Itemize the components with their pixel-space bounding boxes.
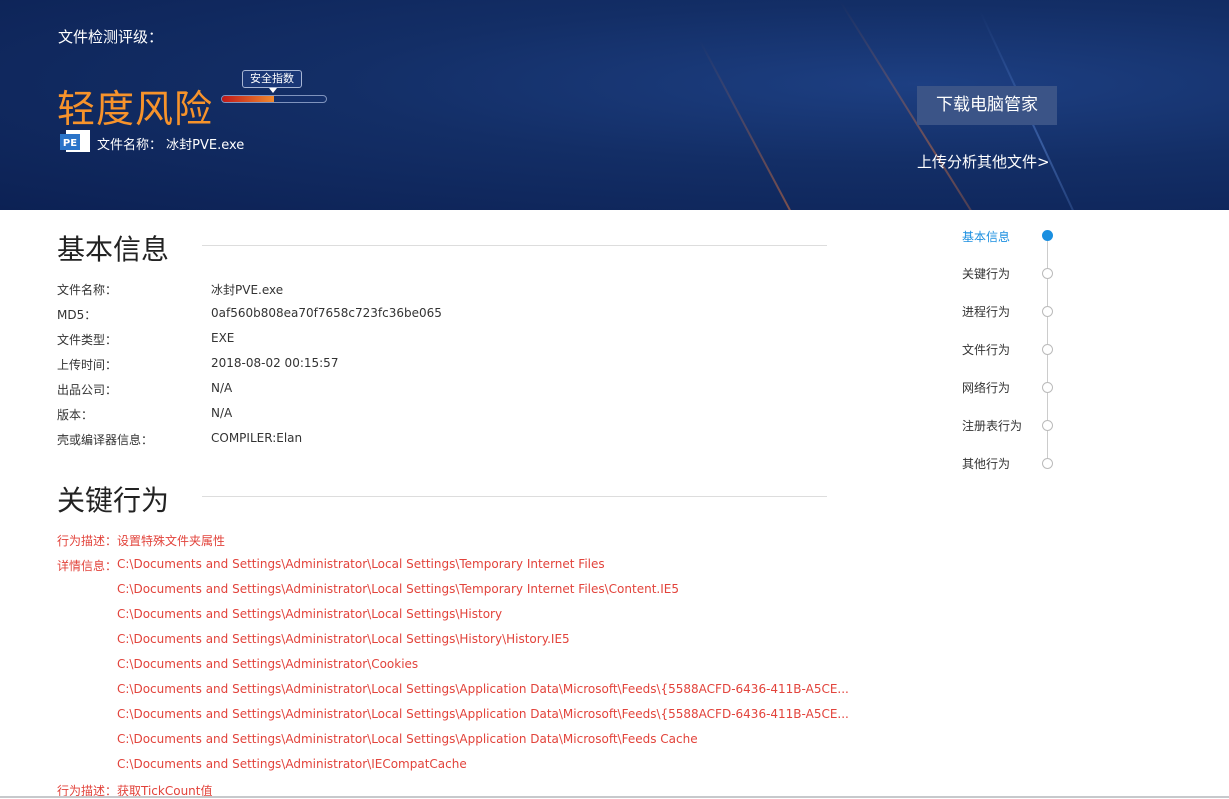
detail-path: C:\Documents and Settings\Administrator\… xyxy=(117,682,849,696)
upload-other-file-link[interactable]: 上传分析其他文件> xyxy=(917,151,1050,172)
nav-item-key-behavior[interactable]: 关键行为 xyxy=(962,265,1010,282)
nav-dot[interactable] xyxy=(1042,306,1053,317)
risk-level: 轻度风险 xyxy=(57,87,214,131)
decor-streak xyxy=(699,40,899,210)
info-label: 版本： xyxy=(57,408,94,422)
info-label: 壳或编译器信息： xyxy=(57,433,154,447)
nav-item-network-behavior[interactable]: 网络行为 xyxy=(962,379,1010,396)
security-score-tag: 安全指数 xyxy=(242,70,302,93)
nav-item-file-behavior[interactable]: 文件行为 xyxy=(962,341,1010,358)
detail-path: C:\Documents and Settings\Administrator\… xyxy=(117,607,503,621)
nav-dot[interactable] xyxy=(1042,382,1053,393)
info-value: N/A xyxy=(211,381,233,395)
info-value: COMPILER:Elan xyxy=(211,431,303,445)
rating-label: 文件检测评级： xyxy=(58,28,164,46)
nav-item-process-behavior[interactable]: 进程行为 xyxy=(962,303,1010,320)
nav-dot[interactable] xyxy=(1042,268,1053,279)
file-name-value: 冰封PVE.exe xyxy=(166,138,245,153)
info-value: N/A xyxy=(211,406,233,420)
info-label: 文件类型： xyxy=(57,333,118,347)
detail-path: C:\Documents and Settings\Administrator\… xyxy=(117,657,419,671)
file-name-label: 文件名称： xyxy=(97,138,163,153)
nav-item-basic-info[interactable]: 基本信息 xyxy=(962,228,1010,245)
info-value: 0af560b808ea70f7658c723fc36be065 xyxy=(211,306,442,320)
basic-info-title: 基本信息 xyxy=(57,233,170,266)
detail-path: C:\Documents and Settings\Administrator\… xyxy=(117,557,605,571)
behavior-desc: 行为描述：设置特殊文件夹属性 xyxy=(57,532,225,549)
download-pc-manager-button[interactable]: 下载电脑管家 xyxy=(917,86,1057,125)
detail-path: C:\Documents and Settings\Administrator\… xyxy=(117,707,849,721)
info-label: 出品公司： xyxy=(57,383,118,397)
info-label: 文件名称： xyxy=(57,283,118,297)
report-header: 文件检测评级： 轻度风险 安全指数 PE 文件名称： 冰封PVE.exe 下载电… xyxy=(0,0,1229,210)
detail-path: C:\Documents and Settings\Administrator\… xyxy=(117,582,679,596)
key-behavior-title: 关键行为 xyxy=(57,484,170,517)
detail-path: C:\Documents and Settings\Administrator\… xyxy=(117,632,570,646)
nav-item-other-behavior[interactable]: 其他行为 xyxy=(962,455,1010,472)
info-label: 上传时间： xyxy=(57,358,118,372)
info-label: MD5： xyxy=(57,308,97,322)
nav-item-registry-behavior[interactable]: 注册表行为 xyxy=(962,417,1022,434)
nav-dot[interactable] xyxy=(1042,458,1053,469)
info-value: 2018-08-02 00:15:57 xyxy=(211,356,339,370)
header-file-name: 文件名称： 冰封PVE.exe xyxy=(97,134,244,153)
section-divider xyxy=(202,496,827,497)
security-score-fill xyxy=(222,96,274,102)
nav-dot[interactable] xyxy=(1042,420,1053,431)
info-value: EXE xyxy=(211,331,235,345)
info-value: 冰封PVE.exe xyxy=(211,283,284,297)
behavior-desc-label: 行为描述： xyxy=(57,534,118,548)
security-score-bar xyxy=(221,95,327,103)
pe-icon-text: PE xyxy=(63,138,77,149)
section-divider xyxy=(202,245,827,246)
nav-dot[interactable] xyxy=(1042,344,1053,355)
detail-path: C:\Documents and Settings\Administrator\… xyxy=(117,757,467,771)
detail-label: 详情信息： xyxy=(57,559,118,573)
nav-dot[interactable] xyxy=(1042,230,1053,241)
detail-path: C:\Documents and Settings\Administrator\… xyxy=(117,732,698,746)
pe-file-icon: PE xyxy=(60,130,90,152)
behavior-desc-value: 设置特殊文件夹属性 xyxy=(117,534,226,548)
